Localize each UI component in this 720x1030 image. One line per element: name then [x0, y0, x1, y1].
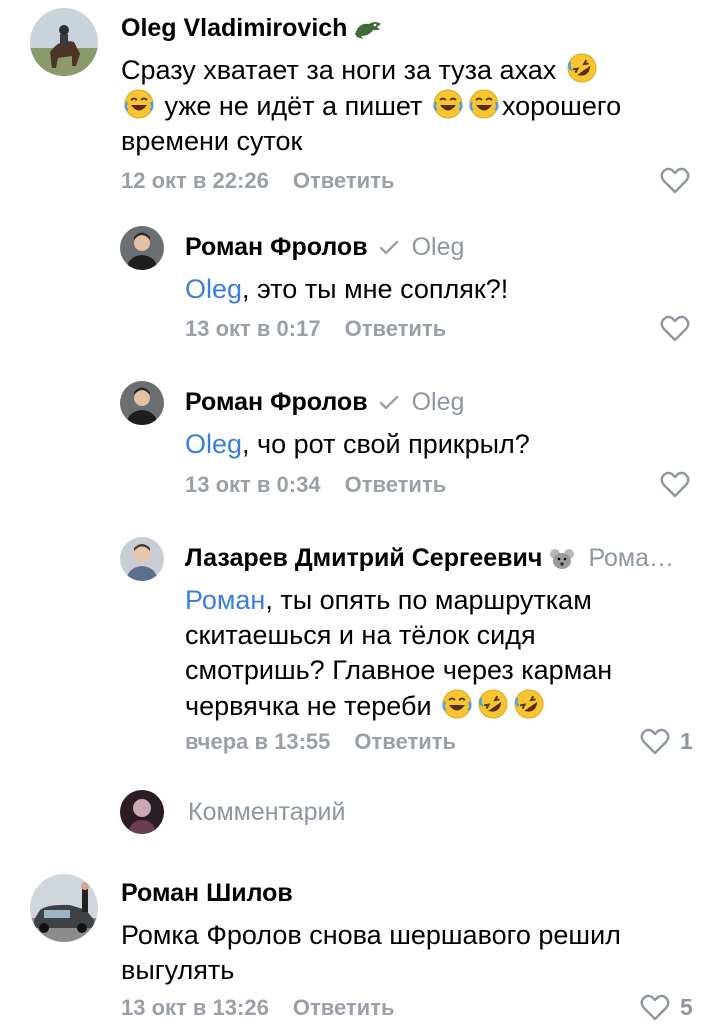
rofl-emoji-icon [566, 52, 598, 84]
reply-to-name[interactable]: Oleg [412, 388, 465, 417]
current-user-avatar [120, 790, 164, 834]
comment-text: Роман, ты опять по маршруткам скитаешься… [185, 583, 685, 724]
like-button[interactable] [660, 166, 690, 194]
laugh-emoji-icon [123, 88, 155, 120]
reply-button[interactable]: Ответить [354, 729, 456, 755]
like-button[interactable]: 1 [640, 727, 693, 755]
comment-input[interactable]: Комментарий [164, 790, 720, 834]
reply-button[interactable]: Ответить [293, 995, 395, 1021]
comment-date: 13 окт в 0:17 [185, 316, 321, 341]
reply-button[interactable]: Ответить [345, 472, 447, 498]
comment-input-placeholder: Комментарий [188, 797, 346, 826]
rofl-emoji-icon [513, 688, 545, 720]
avatar[interactable] [120, 537, 164, 581]
mention-link[interactable]: Oleg [185, 274, 242, 304]
author-name[interactable]: Oleg Vladimirovich [121, 14, 347, 43]
comment-text: Ромка Фролов снова шершавого решил выгул… [121, 920, 621, 985]
mention-link[interactable]: Роман [185, 585, 265, 615]
laugh-emoji-icon [432, 88, 464, 120]
comment-meta: 12 окт в 22:26 Ответить [121, 168, 395, 194]
avatar[interactable] [120, 226, 164, 270]
heart-icon [640, 728, 670, 755]
like-button[interactable]: 5 [640, 993, 693, 1021]
comment-date: вчера в 13:55 [185, 729, 331, 754]
comment-meta: вчера в 13:55 Ответить [185, 729, 456, 755]
comment-text: Сразу хватает за ноги за туза ахах уже н… [121, 52, 681, 159]
author-row: Лазарев Дмитрий Сергеевич Рома… [185, 544, 674, 573]
checkmark-icon [378, 394, 400, 412]
comment-meta: 13 окт в 0:34 Ответить [185, 472, 446, 498]
author-name[interactable]: Роман Фролов [185, 388, 368, 417]
reply-button[interactable]: Ответить [293, 168, 395, 194]
author-name[interactable]: Роман Фролов [185, 233, 368, 262]
comment-text: Oleg, чо рот свой прикрыл? [185, 429, 530, 459]
rofl-emoji-icon [477, 688, 509, 720]
comment-meta: 13 окт в 13:26 Ответить [121, 995, 395, 1021]
like-button[interactable] [660, 314, 690, 342]
author-name[interactable]: Лазарев Дмитрий Сергеевич [185, 544, 542, 573]
heart-icon [660, 315, 690, 342]
like-button[interactable] [660, 470, 690, 498]
author-row: Oleg Vladimirovich [121, 14, 383, 43]
comment-date: 13 окт в 0:34 [185, 472, 321, 497]
reply-button[interactable]: Ответить [345, 316, 447, 342]
avatar[interactable] [30, 874, 98, 942]
mouse-icon [548, 547, 576, 571]
like-count: 5 [680, 993, 693, 1020]
author-row: Роман Фролов Oleg [185, 388, 464, 417]
heart-icon [660, 471, 690, 498]
author-row: Роман Шилов [121, 879, 293, 908]
reply-to-name[interactable]: Рома… [588, 544, 674, 573]
author-row: Роман Фролов Oleg [185, 233, 464, 262]
heart-icon [640, 994, 670, 1021]
dragon-icon [353, 18, 383, 40]
heart-icon [660, 167, 690, 194]
laugh-emoji-icon [468, 88, 500, 120]
comment-date: 12 окт в 22:26 [121, 168, 269, 193]
avatar[interactable] [120, 381, 164, 425]
checkmark-icon [378, 239, 400, 257]
reply-to-name[interactable]: Oleg [412, 233, 465, 262]
like-count: 1 [680, 727, 693, 754]
author-name[interactable]: Роман Шилов [121, 879, 293, 908]
avatar[interactable] [30, 8, 98, 76]
comment-meta: 13 окт в 0:17 Ответить [185, 316, 446, 342]
comment-date: 13 окт в 13:26 [121, 995, 269, 1020]
laugh-emoji-icon [441, 688, 473, 720]
comment-text: Oleg, это ты мне сопляк?! [185, 274, 509, 304]
mention-link[interactable]: Oleg [185, 429, 242, 459]
